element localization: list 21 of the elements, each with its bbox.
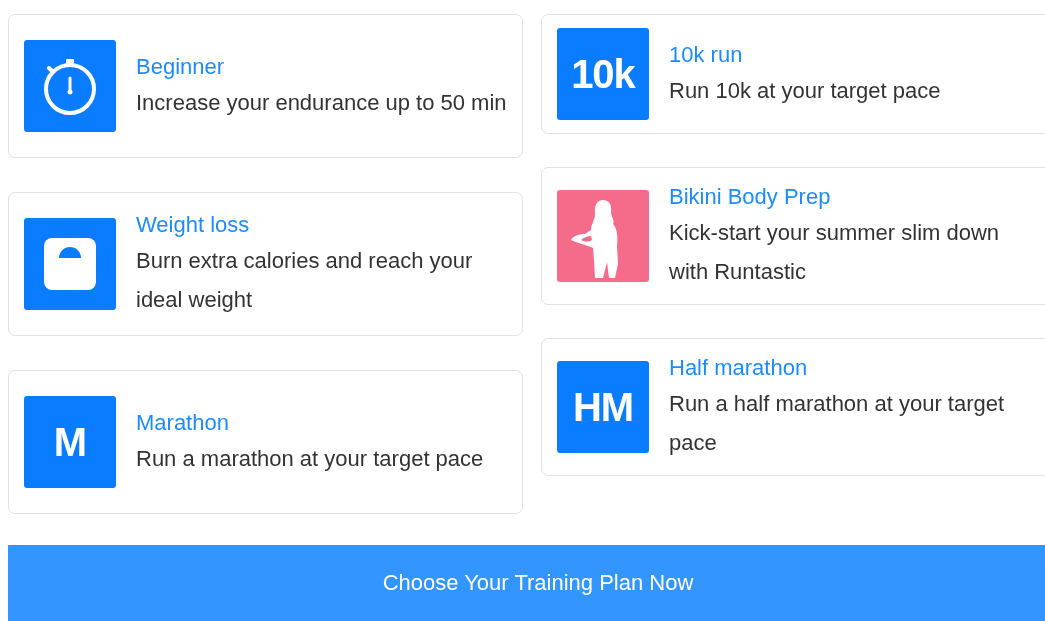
plan-title: Marathon <box>136 408 230 437</box>
plan-description: Run 10k at your target pace <box>669 76 942 105</box>
plan-description: Run a marathon at your target pace <box>136 444 485 473</box>
plan-title: Beginner <box>136 52 226 81</box>
plan-card[interactable]: 10k 10k run Run 10k at your target pace <box>541 14 1045 134</box>
plan-badge: 10k <box>557 28 649 120</box>
plan-card[interactable]: Bikini Body Prep Kick-start your summer slim down with Runtastic <box>541 167 1045 305</box>
plan-title: Bikini Body Prep <box>669 183 832 211</box>
plan-title: Half marathon <box>669 354 809 382</box>
plan-card[interactable]: M Marathon Run a marathon at your target pace <box>8 370 523 514</box>
plan-card[interactable]: HM Half marathon Run a half marathon at your target pace <box>541 338 1045 476</box>
plan-description: Burn extra calories and reach your ideal weight <box>136 247 474 314</box>
plan-title: 10k run <box>669 40 744 69</box>
plan-description: Kick-start your summer slim down with Runtastic <box>669 219 1001 286</box>
plan-badge: M <box>24 396 116 488</box>
plan-title: Weight loss <box>136 211 251 239</box>
plan-card[interactable]: Beginner Increase your endurance up to 50 min <box>8 14 523 158</box>
plan-card[interactable]: Weight loss Burn extra calories and reach your ideal weight <box>8 192 523 336</box>
plan-badge: HM <box>557 361 649 453</box>
plan-description: Increase your endurance up to 50 min <box>136 88 507 117</box>
plan-description: Run a half marathon at your target pace <box>669 390 1006 457</box>
